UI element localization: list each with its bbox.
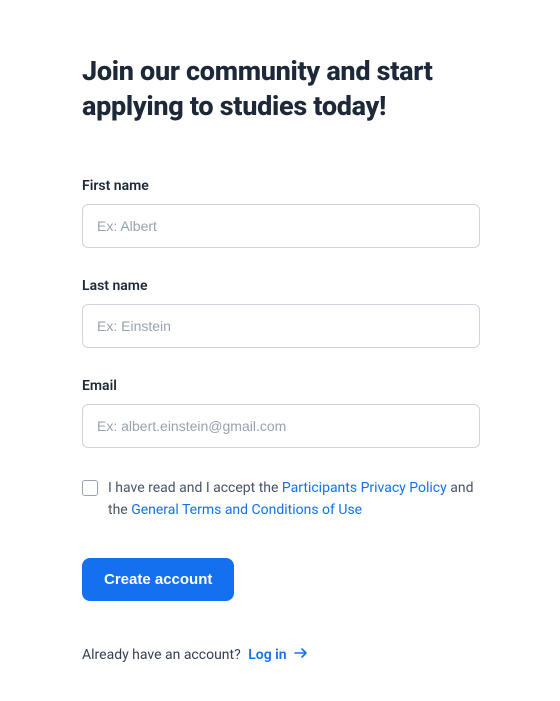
first-name-group: First name <box>82 178 480 248</box>
login-prompt: Already have an account? <box>82 647 241 663</box>
email-label: Email <box>82 378 480 394</box>
last-name-group: Last name <box>82 278 480 348</box>
consent-label: I have read and I accept the Participant… <box>108 478 480 521</box>
consent-row: I have read and I accept the Participant… <box>82 478 480 521</box>
consent-prefix: I have read and I accept the <box>108 480 282 496</box>
login-link-text: Log in <box>248 647 286 663</box>
last-name-input[interactable] <box>82 304 480 348</box>
email-input[interactable] <box>82 404 480 448</box>
first-name-input[interactable] <box>82 204 480 248</box>
first-name-label: First name <box>82 178 480 194</box>
privacy-policy-link[interactable]: Participants Privacy Policy <box>282 480 447 496</box>
page-title: Join our community and start applying to… <box>82 54 480 124</box>
last-name-label: Last name <box>82 278 480 294</box>
login-footer: Already have an account? Log in <box>82 647 480 663</box>
arrow-right-icon <box>294 647 308 663</box>
email-group: Email <box>82 378 480 448</box>
create-account-button[interactable]: Create account <box>82 558 234 601</box>
terms-link[interactable]: General Terms and Conditions of Use <box>131 502 362 518</box>
login-link[interactable]: Log in <box>248 647 308 663</box>
consent-checkbox[interactable] <box>82 480 98 496</box>
